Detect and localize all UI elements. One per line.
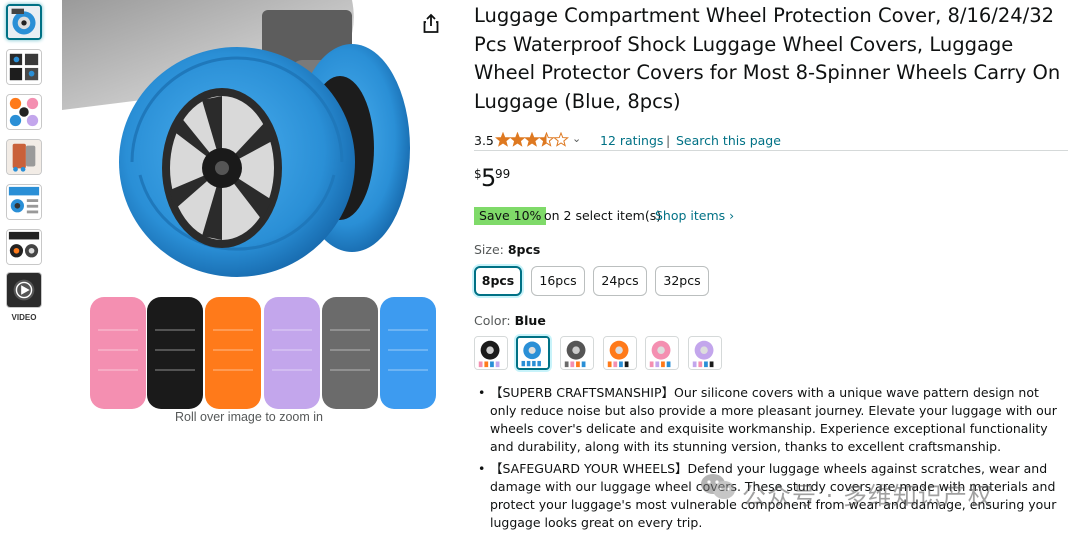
size-option-16pcs[interactable]: 16pcs [531,266,585,296]
color-swatch-pink[interactable] [645,336,679,370]
ratings-link[interactable]: 12 ratings [600,133,663,148]
thumbnail-video[interactable] [6,272,42,308]
video-label: VIDEO [11,313,37,322]
price-fraction: 99 [495,167,511,181]
star-icon [553,132,569,147]
thumbnail-1[interactable] [6,4,42,40]
share-icon [423,13,439,33]
thumbnail-5[interactable] [6,184,42,220]
size-selected: 8pcs [507,242,541,257]
color-label: Color: Blue [474,313,546,328]
size-label: Size: 8pcs [474,242,541,257]
rating-stars[interactable] [495,132,569,148]
thumbnail-3[interactable] [6,94,42,130]
shop-items-link[interactable]: Shop items › [655,208,734,223]
main-product-image[interactable] [62,0,442,410]
color-swatch-purple[interactable] [688,336,722,370]
thumbnail-6[interactable] [6,229,42,265]
color-swatch-blue[interactable] [516,336,550,370]
feature-bullets: 【SUPERB CRAFTSMANSHIP】Our silicone cover… [474,384,1064,536]
color-swatch-gray[interactable] [560,336,594,370]
save-text: on 2 select item(s) [544,208,662,223]
star-icon [524,132,540,147]
color-swatch-orange[interactable] [603,336,637,370]
save-badge: Save 10% [474,207,547,225]
star-icon [509,132,526,147]
thumbnail-4[interactable] [6,139,42,175]
size-option-8pcs[interactable]: 8pcs [474,266,522,296]
feature-bullet: 【SAFEGUARD YOUR WHEELS】Defend your lugga… [474,460,1064,532]
color-selected: Blue [514,313,546,328]
feature-bullet: 【SUPERB CRAFTSMANSHIP】Our silicone cover… [474,384,1064,456]
zoom-hint: Roll over image to zoom in [175,410,323,424]
size-option-32pcs[interactable]: 32pcs [655,266,709,296]
size-option-24pcs[interactable]: 24pcs [593,266,647,296]
product-title: Luggage Compartment Wheel Protection Cov… [474,4,1061,113]
star-icon [495,132,511,147]
share-button[interactable] [419,12,443,36]
link-separator: | [666,133,671,148]
rating-row: 3.5 ⌄ 12 ratings | Search this page [474,132,1068,151]
rating-value: 3.5 [474,133,494,148]
chevron-down-icon[interactable]: ⌄ [572,132,581,145]
search-page-link[interactable]: Search this page [676,133,781,148]
color-swatch-black[interactable] [474,336,508,370]
price-whole: 5 [481,164,497,192]
thumbnail-2[interactable] [6,49,42,85]
star-icon [538,132,555,147]
